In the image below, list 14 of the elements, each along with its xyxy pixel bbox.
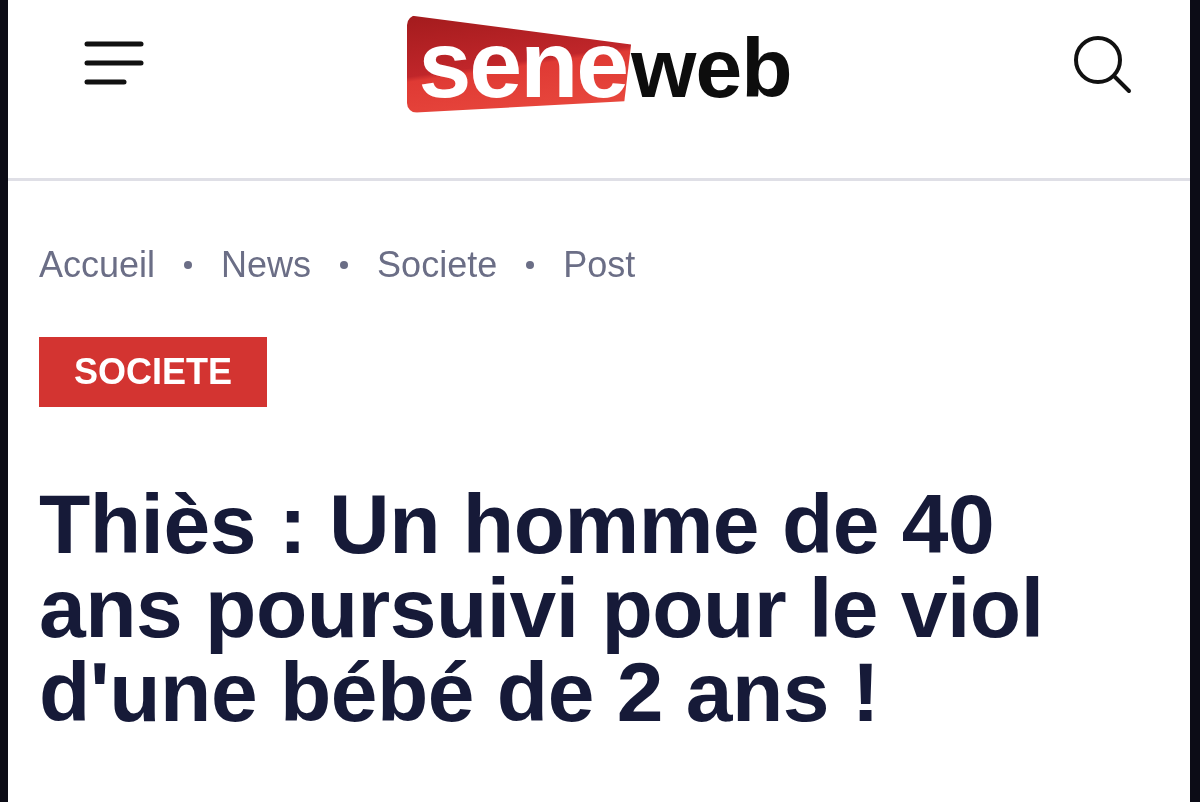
breadcrumb-link[interactable]: Societe	[377, 243, 498, 287]
site-logo[interactable]: seneweb	[406, 15, 792, 113]
article-headline: Thiès : Un homme de 40 ans poursuivi pour le viol d'une bébé de 2 ans !	[39, 482, 1045, 734]
category-tag[interactable]: SOCIETE	[39, 337, 268, 407]
separator-dot-icon	[184, 261, 193, 269]
menu-icon	[84, 41, 144, 85]
breadcrumb-link[interactable]: Accueil	[39, 243, 156, 287]
search-icon	[1072, 34, 1132, 94]
separator-dot-icon	[526, 261, 535, 269]
separator-dot-icon	[340, 261, 349, 269]
menu-button[interactable]	[84, 41, 144, 85]
search-button[interactable]	[1072, 34, 1132, 94]
breadcrumb-link[interactable]: News	[221, 243, 312, 287]
breadcrumb-link[interactable]: Post	[563, 243, 636, 287]
